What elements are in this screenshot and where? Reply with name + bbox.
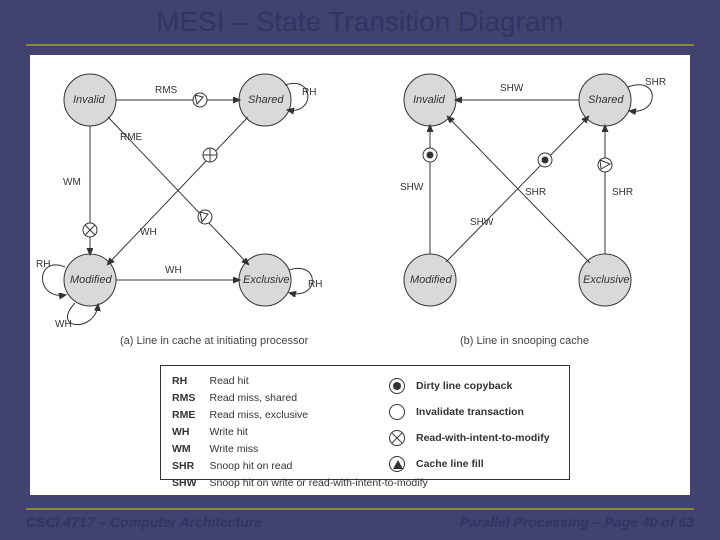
diagram-panel: Invalid Shared Modified Exclusive RMS RH… [30,55,690,495]
page-title: MESI – State Transition Diagram [0,6,720,38]
svg-text:Exclusive: Exclusive [583,274,629,286]
dirty-copyback-icon [389,378,405,394]
mod-inv-label: SHW [400,182,424,193]
legend-box: RHRead hit RMSRead miss, shared RMERead … [160,365,570,480]
mod-exc-label: WH [165,265,182,276]
sh-sh-label: RH [302,87,316,98]
exc-inv-label: SHW [470,217,494,228]
label-shared: Shared [248,94,284,106]
mod-wh-label: WH [55,319,72,330]
caption-b: (b) Line in snooping cache [460,335,589,347]
rwim-icon [389,430,405,446]
sh-mod-label: WH [140,227,157,238]
label-invalid: Invalid [73,94,106,106]
invalidate-icon [389,404,405,420]
title-divider [26,44,694,46]
diagram-b: Invalid Shared Modified Exclusive SHW SH… [400,74,666,306]
legend-right: Dirty line copyback Invalidate transacti… [386,372,560,478]
svg-text:Modified: Modified [410,274,452,286]
sh-inv-label: SHW [500,83,524,94]
footer-right: Parallel Processing – Page 40 of 63 [460,514,694,530]
mod-sh-label: SHR [525,187,546,198]
footer-left: CSCI 4717 – Computer Architecture [26,514,262,530]
label-exclusive: Exclusive [243,274,289,286]
svg-text:Invalid: Invalid [413,94,446,106]
caption-a: (a) Line in cache at initiating processo… [120,335,308,347]
cache-fill-icon [389,456,405,472]
edge-exc-inv [448,117,590,263]
inv-mod-label: WM [63,177,81,188]
footer: CSCI 4717 – Computer Architecture Parall… [0,508,720,540]
exc-sh-label: SHR [612,187,633,198]
exc-rh-label: RH [308,279,322,290]
label-modified: Modified [70,274,112,286]
footer-divider [26,508,694,510]
mod-rh-label: RH [36,259,50,270]
svg-text:Shared: Shared [588,94,624,106]
inv-sh-label: RMS [155,85,178,96]
diagram-a: Invalid Shared Modified Exclusive RMS RH… [36,74,322,330]
edge-mod-sh [446,117,588,262]
inv-exc-label: RME [120,132,143,143]
sh-shr-label: SHR [645,77,666,88]
edge-sh-shr [628,85,652,112]
